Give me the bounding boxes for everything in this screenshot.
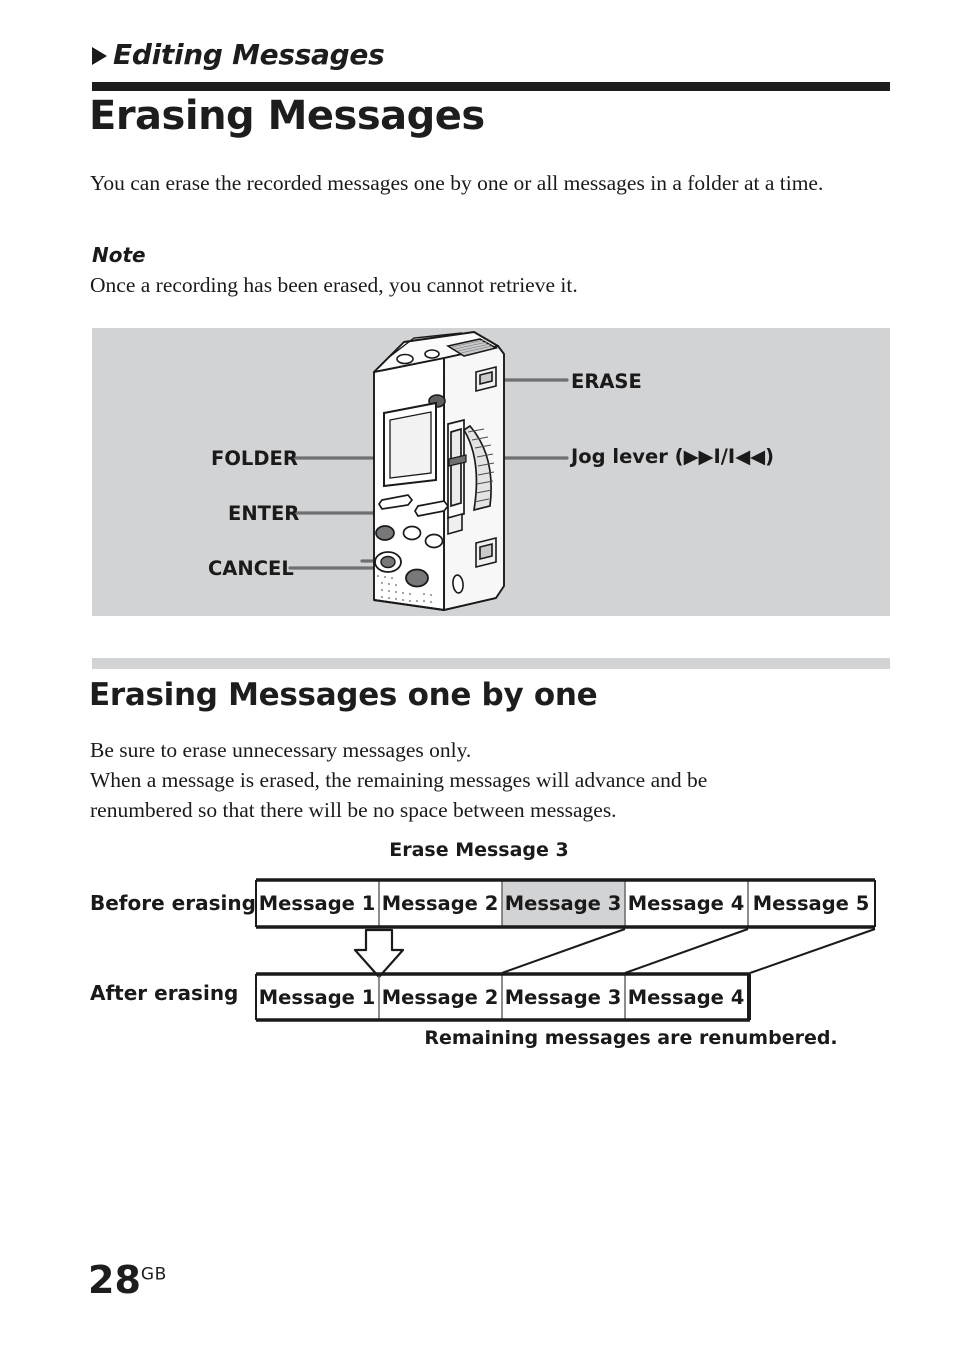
shift-arrow-icon xyxy=(353,928,405,979)
folio-region: GB xyxy=(140,1264,167,1285)
message-flow-diagram: Erase Message 3 Before erasing After era… xyxy=(85,832,885,1057)
callout-folder: FOLDER xyxy=(211,447,298,470)
after-cell-3: Message 3 xyxy=(505,986,622,1009)
callout-erase: ERASE xyxy=(571,370,642,393)
callout-jog-lever: Jog lever (▶▶I/I◀◀) xyxy=(571,445,775,468)
section-body: Be sure to erase unnecessary messages on… xyxy=(90,735,900,825)
page-title: Erasing Messages xyxy=(89,93,485,139)
after-cell-4: Message 4 xyxy=(628,986,745,1009)
intro-paragraph: You can erase the recorded messages one … xyxy=(90,171,824,195)
diagram-caption: Remaining messages are renumbered. xyxy=(424,1027,837,1049)
header-rule xyxy=(92,82,890,91)
page-folio: 28GB xyxy=(88,1258,167,1302)
section-body-line-1: Be sure to erase unnecessary messages on… xyxy=(90,738,472,762)
section-body-line-2: When a message is erased, the remaining … xyxy=(90,768,708,792)
section-title: Erasing Messages one by one xyxy=(89,677,598,713)
callout-cancel: CANCEL xyxy=(208,557,294,580)
before-erasing-label: Before erasing xyxy=(90,891,256,915)
note-label: Note xyxy=(92,243,146,267)
before-cell-3: Message 3 xyxy=(505,892,622,915)
after-cell-2: Message 2 xyxy=(382,986,499,1009)
after-erasing-label: After erasing xyxy=(90,981,238,1005)
before-cell-4: Message 4 xyxy=(628,892,745,915)
diagram-heading: Erase Message 3 xyxy=(389,839,569,861)
note-text: Once a recording has been erased, you ca… xyxy=(90,273,578,297)
callout-enter: ENTER xyxy=(228,502,300,525)
before-cell-2: Message 2 xyxy=(382,892,499,915)
section-body-line-3: renumbered so that there will be no spac… xyxy=(90,798,617,822)
running-head: Editing Messages xyxy=(92,38,385,71)
after-cell-1: Message 1 xyxy=(259,986,376,1009)
before-cell-5: Message 5 xyxy=(753,892,870,915)
folio-number: 28 xyxy=(88,1258,141,1302)
section-divider xyxy=(92,658,890,669)
before-cell-1: Message 1 xyxy=(259,892,376,915)
running-head-label: Editing Messages xyxy=(113,38,385,71)
triangle-right-icon xyxy=(92,46,107,65)
